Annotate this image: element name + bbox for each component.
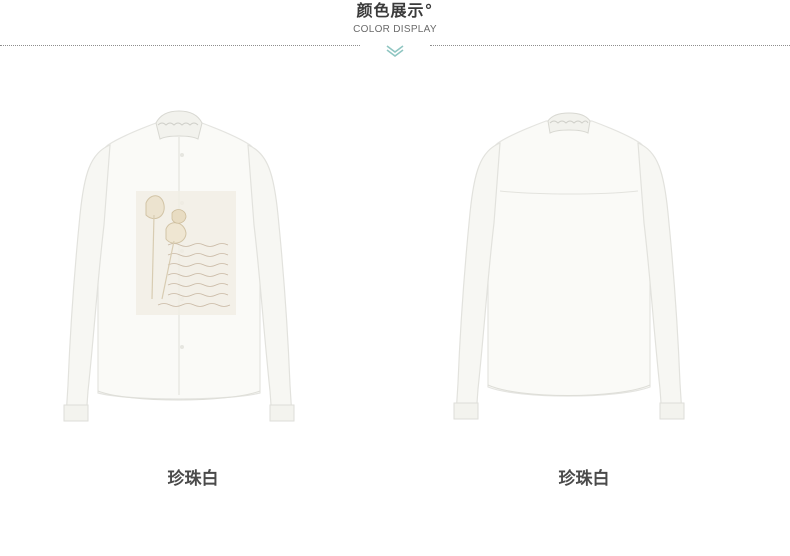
shirt-back-image (453, 112, 685, 420)
section-title: 颜色展示° (356, 1, 434, 20)
section-subtitle: COLOR DISPLAY (353, 24, 437, 35)
divider-right (430, 45, 790, 46)
double-chevron-down-icon (386, 45, 404, 57)
product-caption-front: 珍珠白 (167, 469, 219, 489)
divider-left (0, 45, 360, 46)
product-image-back (418, 95, 723, 450)
product-image-front (28, 95, 333, 450)
product-caption-back: 珍珠白 (558, 469, 610, 489)
shirt-front-image (63, 110, 295, 422)
section-header: 颜色展示° COLOR DISPLAY (0, 0, 790, 60)
